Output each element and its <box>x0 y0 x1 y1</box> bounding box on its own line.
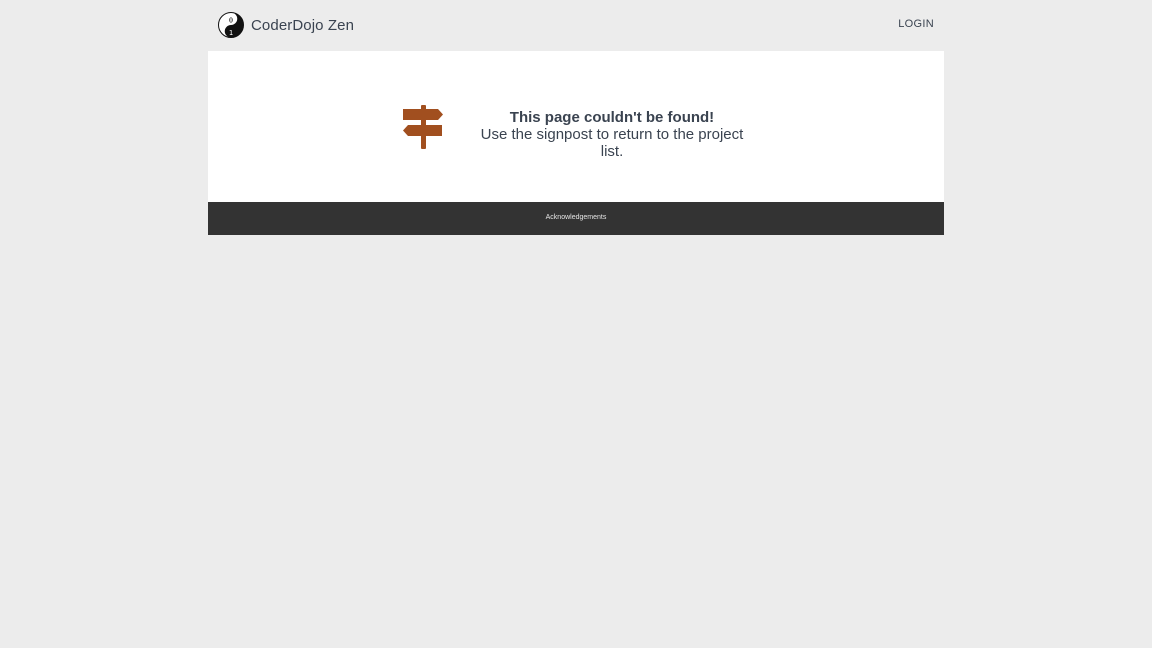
login-link[interactable]: LOGIN <box>898 18 934 30</box>
signpost-icon[interactable] <box>403 105 443 149</box>
svg-text:1: 1 <box>229 29 233 37</box>
brand-name: CoderDojo Zen <box>251 16 355 34</box>
not-found-card: This page couldn't be found! Use the sig… <box>208 51 944 202</box>
coderdojo-logo-icon: 0 1 <box>218 12 244 38</box>
page-subtitle: Use the signpost to return to the projec… <box>480 126 744 160</box>
footer: Acknowledgements <box>208 202 944 235</box>
svg-text:0: 0 <box>229 17 233 25</box>
acknowledgements-link[interactable]: Acknowledgements <box>546 214 607 221</box>
top-navbar: 0 1 CoderDojo Zen LOGIN <box>208 0 944 51</box>
brand-link[interactable]: 0 1 CoderDojo Zen <box>218 12 354 38</box>
page-title: This page couldn't be found! <box>509 109 715 126</box>
not-found-message: This page couldn't be found! Use the sig… <box>473 109 751 160</box>
page-container: 0 1 CoderDojo Zen LOGIN This page couldn… <box>208 0 944 235</box>
